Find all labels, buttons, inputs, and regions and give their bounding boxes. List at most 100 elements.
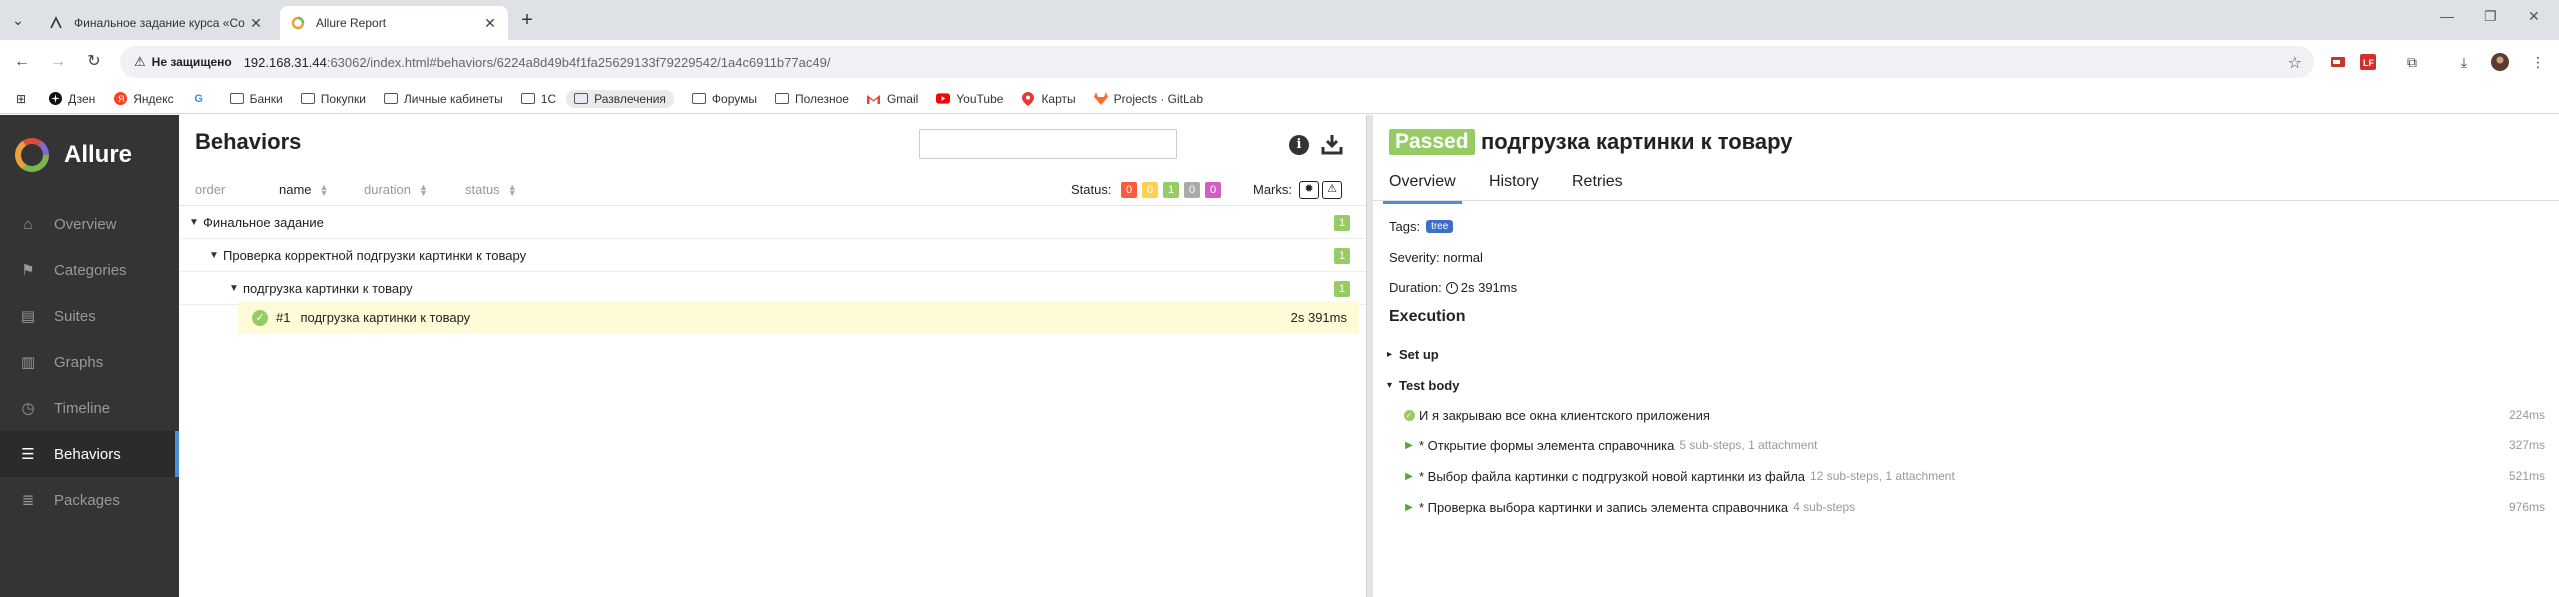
chevron-down-icon: ▼ <box>229 282 239 294</box>
bookmark-forums[interactable]: Форумы <box>691 92 757 106</box>
test-body-label: Test body <box>1399 378 1460 393</box>
chevron-right-icon: ▶ <box>1405 501 1413 513</box>
sidebar-item-label: Suites <box>54 307 96 325</box>
address-bar[interactable]: ⚠ Не защищено 192.168.31.44:63062/index.… <box>120 46 2314 78</box>
bookmark-cabinets[interactable]: Личные кабинеты <box>383 92 503 106</box>
sidebar-item-packages[interactable]: ≣ Packages <box>0 477 179 523</box>
bookmark-entertainment[interactable]: Развлечения <box>566 89 674 108</box>
tab-retries[interactable]: Retries <box>1572 173 1623 191</box>
security-label: Не защищено <box>151 55 232 69</box>
close-window-icon[interactable]: ✕ <box>2528 8 2540 25</box>
tree-group-row[interactable]: ▼ Финальное задание 1 <box>179 206 1366 239</box>
test-body-section-toggle[interactable]: ▾ Test body <box>1387 378 1459 393</box>
profile-avatar[interactable] <box>2490 52 2510 72</box>
close-tab-icon[interactable]: ✕ <box>248 15 264 32</box>
tree-group-label: Финальное задание <box>203 214 324 230</box>
status-filter-label: Status: <box>1071 182 1112 197</box>
group-passed-count: 1 <box>1334 248 1350 264</box>
sidebar-item-label: Overview <box>54 215 117 233</box>
tree-group-row[interactable]: ▼ Проверка корректной подгрузки картинки… <box>179 239 1366 272</box>
bookmark-label: YouTube <box>956 91 1004 106</box>
behaviors-pane: Behaviors i order name ▲ ▼ duration ▲ ▼ stat… <box>179 115 1366 597</box>
bookmark-dzen[interactable]: Дзен <box>48 92 95 106</box>
sort-duration[interactable]: duration ▲ ▼ <box>364 182 428 197</box>
step-row[interactable]: ✓ И я закрываю все окна клиентского прил… <box>1403 401 2545 429</box>
security-indicator[interactable]: ⚠ Не защищено <box>134 54 232 70</box>
broken-count-toggle[interactable]: 0 <box>1142 181 1158 198</box>
bookmark-1c[interactable]: 1С <box>520 92 556 106</box>
unknown-count-toggle[interactable]: 0 <box>1205 181 1221 198</box>
bookmark-gmail[interactable]: Gmail <box>867 92 918 106</box>
sidebar-item-graphs[interactable]: ▥ Graphs <box>0 339 179 385</box>
reload-icon[interactable]: ↻ <box>84 52 104 72</box>
sort-name[interactable]: name ▲ ▼ <box>279 182 328 197</box>
tab-search-chevron-icon[interactable]: ⌄ <box>6 8 30 32</box>
step-duration: 327ms <box>2508 438 2545 452</box>
sidebar-item-timeline[interactable]: ◷ Timeline <box>0 385 179 431</box>
column-label: status <box>465 182 500 197</box>
folder-icon <box>520 92 535 106</box>
back-arrow-icon[interactable]: ← <box>12 52 32 72</box>
step-row[interactable]: ▶ * Открытие формы элемента справочника … <box>1403 431 2545 459</box>
downloads-icon[interactable]: ⤓ <box>2454 52 2474 72</box>
sidebar-item-behaviors[interactable]: ☰ Behaviors <box>0 431 179 477</box>
bookmark-google[interactable]: G <box>192 92 212 106</box>
sidebar-item-categories[interactable]: ⚑ Categories <box>0 247 179 293</box>
retries-warning-mark-icon[interactable]: ⚠ <box>1322 181 1342 199</box>
passed-count-toggle[interactable]: 1 <box>1163 181 1179 198</box>
browser-tab-course[interactable]: Финальное задание курса «Со ✕ <box>38 6 274 40</box>
info-icon[interactable]: i <box>1289 135 1309 155</box>
flaky-mark-icon[interactable]: ✹ <box>1299 181 1319 199</box>
extensions-puzzle-icon[interactable]: ⧉ <box>2402 52 2422 72</box>
allure-favicon-icon <box>290 15 306 31</box>
duration-label: Duration: <box>1389 280 1442 295</box>
bookmark-label: Gmail <box>886 91 919 106</box>
download-icon[interactable] <box>1321 133 1343 155</box>
close-tab-icon[interactable]: ✕ <box>482 15 498 32</box>
tab-title: Allure Report <box>316 16 387 30</box>
step-row[interactable]: ▶ * Проверка выбора картинки и запись эл… <box>1403 493 2545 521</box>
sort-status[interactable]: status ▲ ▼ <box>465 182 517 197</box>
bookmark-useful[interactable]: Полезное <box>775 92 849 106</box>
bookmark-shopping[interactable]: Покупки <box>300 92 366 106</box>
brand[interactable]: Allure <box>0 115 179 195</box>
briefcase-icon: ▤ <box>20 308 36 325</box>
bookmark-banks[interactable]: Банки <box>229 92 283 106</box>
browser-tab-allure[interactable]: Allure Report ✕ <box>280 6 508 40</box>
tab-history[interactable]: History <box>1489 173 1539 191</box>
chevron-right-icon: ▸ <box>1387 349 1393 360</box>
setup-section-toggle[interactable]: ▸ Set up <box>1387 347 1439 362</box>
restore-icon[interactable]: ❐ <box>2484 8 2497 25</box>
url-text[interactable]: 192.168.31.44:63062/index.html#behaviors… <box>244 55 831 70</box>
allure-app: Allure ⌂ Overview ⚑ Categories ▤ Suites ▥ Gr… <box>0 115 2559 597</box>
browser-menu-icon[interactable]: ⋮ <box>2528 52 2548 72</box>
failed-count-toggle[interactable]: 0 <box>1121 181 1137 198</box>
tags-line: Tags: tree <box>1389 219 1454 234</box>
apps-grid-icon[interactable]: ⊞ <box>16 92 26 106</box>
bookmark-yandex[interactable]: Я Яндекс <box>113 92 174 106</box>
new-tab-plus-icon[interactable]: + <box>516 10 538 32</box>
bookmark-youtube[interactable]: YouTube <box>936 92 1003 106</box>
passed-check-icon: ✓ <box>1403 409 1415 421</box>
step-name: * Выбор файла картинки с подгрузкой ново… <box>1419 468 1806 484</box>
sidebar-item-suites[interactable]: ▤ Suites <box>0 293 179 339</box>
tab-overview[interactable]: Overview <box>1383 173 1462 204</box>
bookmark-maps[interactable]: Карты <box>1021 91 1076 106</box>
sort-order[interactable]: order <box>195 182 225 197</box>
search-input[interactable] <box>919 129 1177 159</box>
bookmarks-bar: ⊞ Дзен Я Яндекс G Банки Покупки Личные ка… <box>0 84 2559 114</box>
skipped-count-toggle[interactable]: 0 <box>1184 181 1200 198</box>
extension-card-icon[interactable] <box>2328 52 2348 72</box>
test-case-row[interactable]: ✓ #1 подгрузка картинки к товару 2s 391m… <box>238 301 1359 334</box>
bookmark-gitlab[interactable]: Projects · GitLab <box>1093 92 1203 106</box>
minimize-icon[interactable]: — <box>2440 8 2454 24</box>
chevron-right-icon: ▶ <box>1405 439 1413 451</box>
sidebar-item-overview[interactable]: ⌂ Overview <box>0 201 179 247</box>
bookmark-star-icon[interactable]: ☆ <box>2288 53 2302 73</box>
dzen-icon <box>48 92 62 106</box>
forward-arrow-icon[interactable]: → <box>48 52 68 72</box>
column-label: duration <box>364 182 411 197</box>
pane-splitter[interactable] <box>1366 115 1373 597</box>
step-row[interactable]: ▶ * Выбор файла картинки с подгрузкой но… <box>1403 462 2545 490</box>
extension-lf-icon[interactable]: LF <box>2358 52 2378 72</box>
